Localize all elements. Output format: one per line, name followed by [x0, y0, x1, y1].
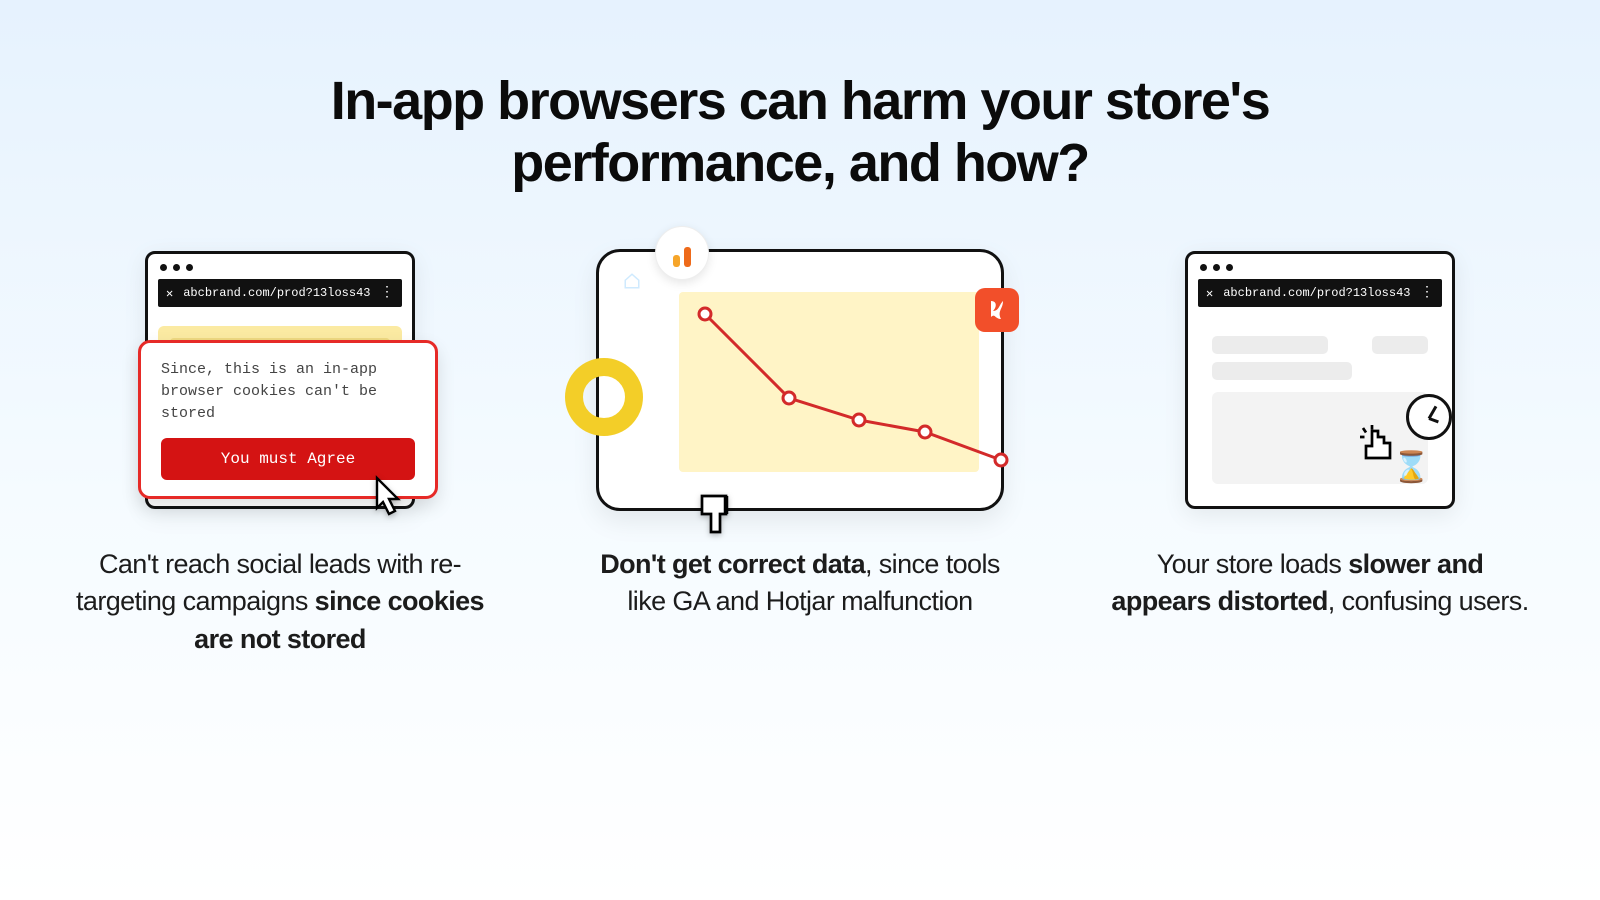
- address-bar: ✕ abcbrand.com/prod?13loss43 ⋮: [158, 279, 402, 307]
- address-url: abcbrand.com/prod?13loss43: [1223, 286, 1410, 300]
- caption-cookies: Can't reach social leads with re-targeti…: [65, 546, 495, 658]
- browser-window: ✕ abcbrand.com/prod?13loss43 ⋮ Since, th…: [145, 251, 415, 509]
- caption-analytics: Don't get correct data, since tools like…: [585, 546, 1015, 621]
- caption-bold: Don't get correct data: [600, 549, 865, 579]
- address-bar: ✕ abcbrand.com/prod?13loss43 ⋮: [1198, 279, 1442, 307]
- clock-icon: [1406, 394, 1452, 440]
- col-slow: ✕ abcbrand.com/prod?13loss43 ⋮ ⌛: [1105, 240, 1535, 658]
- thumbs-down-icon: [693, 490, 741, 538]
- kebab-menu-icon: ⋮: [380, 291, 394, 295]
- cursor-icon: [362, 472, 410, 520]
- home-icon: [623, 272, 641, 290]
- google-analytics-icon: [655, 226, 709, 280]
- caption-slow: Your store loads slower and appears dist…: [1105, 546, 1535, 621]
- skeleton-bar: [1212, 362, 1352, 380]
- illustration-analytics: [596, 240, 1004, 520]
- illustration-cookies: ✕ abcbrand.com/prod?13loss43 ⋮ Since, th…: [145, 240, 415, 520]
- close-icon: ✕: [1206, 286, 1213, 301]
- window-controls: [148, 254, 412, 279]
- hourglass-icon: ⌛: [1393, 450, 1430, 485]
- col-cookies: ✕ abcbrand.com/prod?13loss43 ⋮ Since, th…: [65, 240, 495, 658]
- col-analytics: Don't get correct data, since tools like…: [585, 240, 1015, 658]
- address-url: abcbrand.com/prod?13loss43: [183, 286, 370, 300]
- window-controls: [1188, 254, 1452, 279]
- caption-text: , confusing users.: [1328, 586, 1529, 616]
- tooltip-message: Since, this is an in-app browser cookies…: [161, 359, 415, 424]
- analytics-card: [596, 249, 1004, 511]
- columns-row: ✕ abcbrand.com/prod?13loss43 ⋮ Since, th…: [0, 240, 1600, 658]
- illustration-slow: ✕ abcbrand.com/prod?13loss43 ⋮ ⌛: [1185, 240, 1455, 520]
- close-icon: ✕: [166, 286, 173, 301]
- page-title: In-app browsers can harm your store's pe…: [250, 0, 1350, 194]
- browser-window: ✕ abcbrand.com/prod?13loss43 ⋮ ⌛: [1185, 251, 1455, 509]
- donut-shape: [565, 358, 643, 436]
- kebab-menu-icon: ⋮: [1420, 291, 1434, 295]
- declining-line-chart: [673, 292, 1013, 492]
- caption-text: Your store loads: [1157, 549, 1348, 579]
- skeleton-bar: [1212, 336, 1328, 354]
- skeleton-bar: [1372, 336, 1428, 354]
